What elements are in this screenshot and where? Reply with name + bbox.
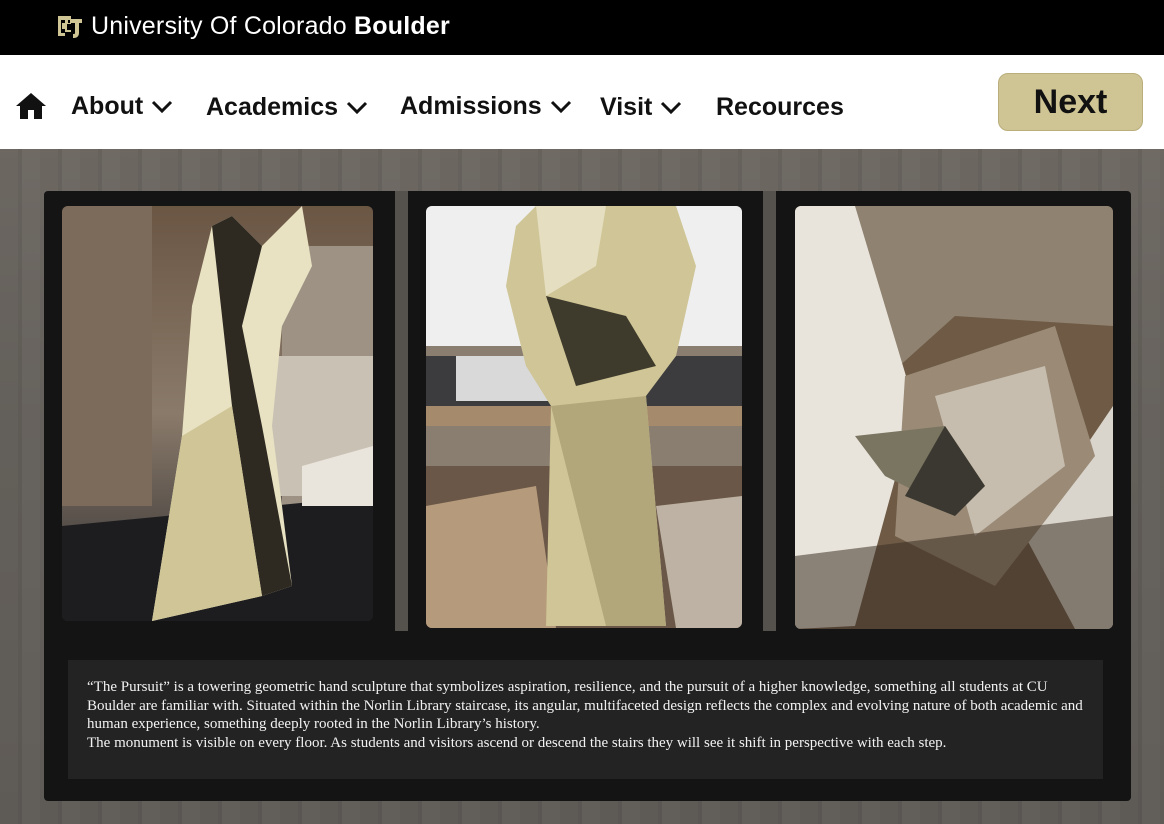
description-paragraph-2: The monument is visible on every floor. … <box>87 735 947 752</box>
photo-3-art <box>795 206 1113 629</box>
chevron-down-icon <box>152 100 173 113</box>
cu-buffalo-logo-icon[interactable] <box>56 13 84 41</box>
chevron-down-icon <box>550 100 571 113</box>
nav-item-admissions[interactable]: Admissions <box>400 92 572 121</box>
university-name-bold: Boulder <box>354 12 450 40</box>
chevron-down-icon <box>661 101 682 114</box>
nav-item-academics-label: Academics <box>206 93 339 121</box>
sculpture-description: “The Pursuit” is a towering geometric ha… <box>87 678 1092 753</box>
photo-2-art <box>426 206 742 628</box>
nav-item-visit-label: Visit <box>600 93 653 121</box>
nav-item-visit[interactable]: Visit <box>600 93 682 122</box>
nav-item-about-label: About <box>71 92 144 120</box>
nav-item-resources[interactable]: Recources <box>716 93 844 122</box>
nav-item-admissions-label: Admissions <box>400 92 542 120</box>
home-icon[interactable] <box>15 91 47 121</box>
university-name[interactable]: University Of Colorado Boulder <box>91 12 450 41</box>
nav-item-resources-label: Recources <box>716 93 844 121</box>
description-paragraph-1: “The Pursuit” is a towering geometric ha… <box>87 679 1083 733</box>
top-bar: University Of Colorado Boulder <box>0 0 1164 55</box>
sculpture-hand-staircase-photo[interactable] <box>795 206 1113 629</box>
photo-1-art <box>62 206 373 621</box>
sculpture-fist-atrium-photo[interactable] <box>426 206 742 628</box>
nav-item-about[interactable]: About <box>71 92 173 121</box>
next-button[interactable]: Next <box>998 73 1143 131</box>
frame-divider <box>763 191 776 631</box>
university-name-light: University Of Colorado <box>91 12 355 40</box>
nav-item-academics[interactable]: Academics <box>206 93 368 122</box>
sculpture-hand-lobby-photo[interactable] <box>62 206 373 621</box>
main-nav: About Academics Admissions Visit Recourc… <box>0 55 1164 149</box>
frame-divider <box>395 191 408 631</box>
chevron-down-icon <box>346 101 368 114</box>
